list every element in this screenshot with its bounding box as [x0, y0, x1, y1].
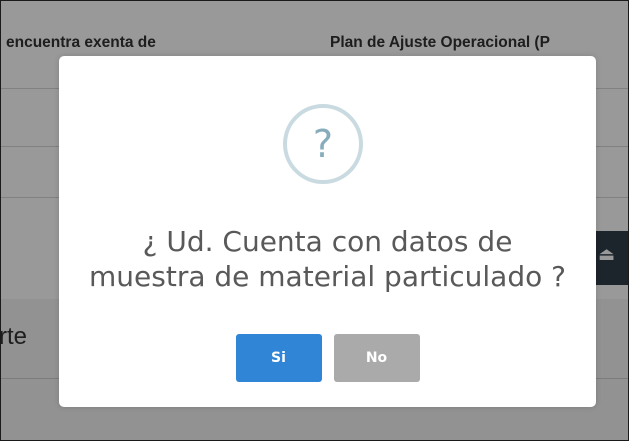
cancel-no-button[interactable]: No [333, 334, 420, 382]
dialog-title-line-1: ¿ Ud. Cuenta con datos de [142, 225, 513, 258]
question-icon: ? [283, 104, 363, 184]
page-frame: encuentra exenta de Plan de Ajuste Opera… [0, 0, 629, 441]
dialog-actions: Si No [59, 334, 596, 382]
question-mark-glyph: ? [312, 122, 334, 166]
confirm-dialog: ? ¿ Ud. Cuenta con datos de muestra de m… [59, 56, 596, 407]
dialog-title: ¿ Ud. Cuenta con datos de muestra de mat… [59, 224, 596, 294]
confirm-yes-button[interactable]: Si [235, 334, 322, 382]
dialog-title-line-2: muestra de material particulado ? [89, 260, 566, 293]
